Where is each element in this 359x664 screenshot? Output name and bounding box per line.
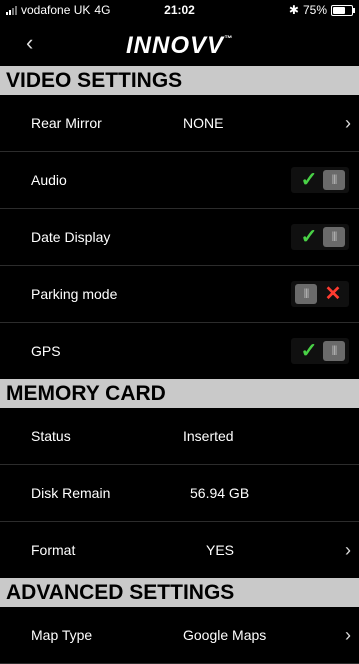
row-disk-remain: Disk Remain 56.94 GB (0, 465, 359, 522)
toggle-knob-icon[interactable]: ||| (295, 284, 317, 304)
row-audio: Audio ✓ ||| (0, 152, 359, 209)
nav-bar: ‹ INNOVV™ (0, 22, 359, 66)
logo-trademark: ™ (224, 34, 233, 43)
parking-mode-label: Parking mode (31, 286, 118, 302)
status-right: ✱ 75% (288, 3, 355, 17)
row-status: Status Inserted (0, 408, 359, 465)
section-video-settings: VIDEO SETTINGS (0, 66, 359, 95)
map-type-value: Google Maps (183, 627, 267, 643)
logo-text: INNOVV (125, 32, 224, 59)
status-label: Status (31, 428, 71, 444)
row-parking-mode: Parking mode ✕ ||| (0, 266, 359, 323)
status-bar: vodafone UK 4G 21:02 ✱ 75% (0, 0, 359, 20)
format-label: Format (31, 542, 76, 558)
gps-toggle[interactable]: ✓ ||| (291, 338, 349, 364)
date-display-toggle[interactable]: ✓ ||| (291, 224, 349, 250)
toggle-knob-icon[interactable]: ||| (323, 170, 345, 190)
chevron-right-icon[interactable]: › (345, 95, 351, 151)
check-icon: ✓ (300, 226, 318, 248)
row-gps: GPS ✓ ||| (0, 323, 359, 380)
check-icon: ✓ (300, 340, 318, 362)
gps-label: GPS (31, 343, 61, 359)
row-map-type[interactable]: Map Type Google Maps › (0, 607, 359, 664)
row-rear-mirror[interactable]: Rear Mirror NONE › (0, 95, 359, 152)
rear-mirror-value: NONE (183, 115, 224, 131)
audio-toggle[interactable]: ✓ ||| (291, 167, 349, 193)
map-type-label: Map Type (31, 627, 93, 643)
date-display-label: Date Display (31, 229, 111, 245)
cross-icon: ✕ (324, 283, 342, 305)
format-value: YES (206, 542, 235, 558)
row-date-display: Date Display ✓ ||| (0, 209, 359, 266)
battery-icon (331, 4, 355, 16)
toggle-knob-icon[interactable]: ||| (323, 227, 345, 247)
audio-label: Audio (31, 172, 67, 188)
row-format[interactable]: Format YES › (0, 522, 359, 579)
parking-mode-toggle[interactable]: ✕ ||| (291, 281, 349, 307)
section-advanced-settings: ADVANCED SETTINGS (0, 578, 359, 607)
bluetooth-icon: ✱ (288, 3, 299, 17)
status-value: Inserted (183, 428, 234, 444)
disk-remain-label: Disk Remain (31, 485, 111, 501)
section-memory-card: MEMORY CARD (0, 379, 359, 408)
check-icon: ✓ (300, 169, 318, 191)
chevron-right-icon[interactable]: › (345, 522, 351, 578)
chevron-right-icon[interactable]: › (345, 607, 351, 663)
toggle-knob-icon[interactable]: ||| (323, 341, 345, 361)
innovv-logo: INNOVV™ (0, 32, 359, 60)
battery-percent: 75% (302, 3, 327, 17)
rear-mirror-label: Rear Mirror (31, 115, 102, 131)
disk-remain-value: 56.94 GB (190, 485, 250, 501)
